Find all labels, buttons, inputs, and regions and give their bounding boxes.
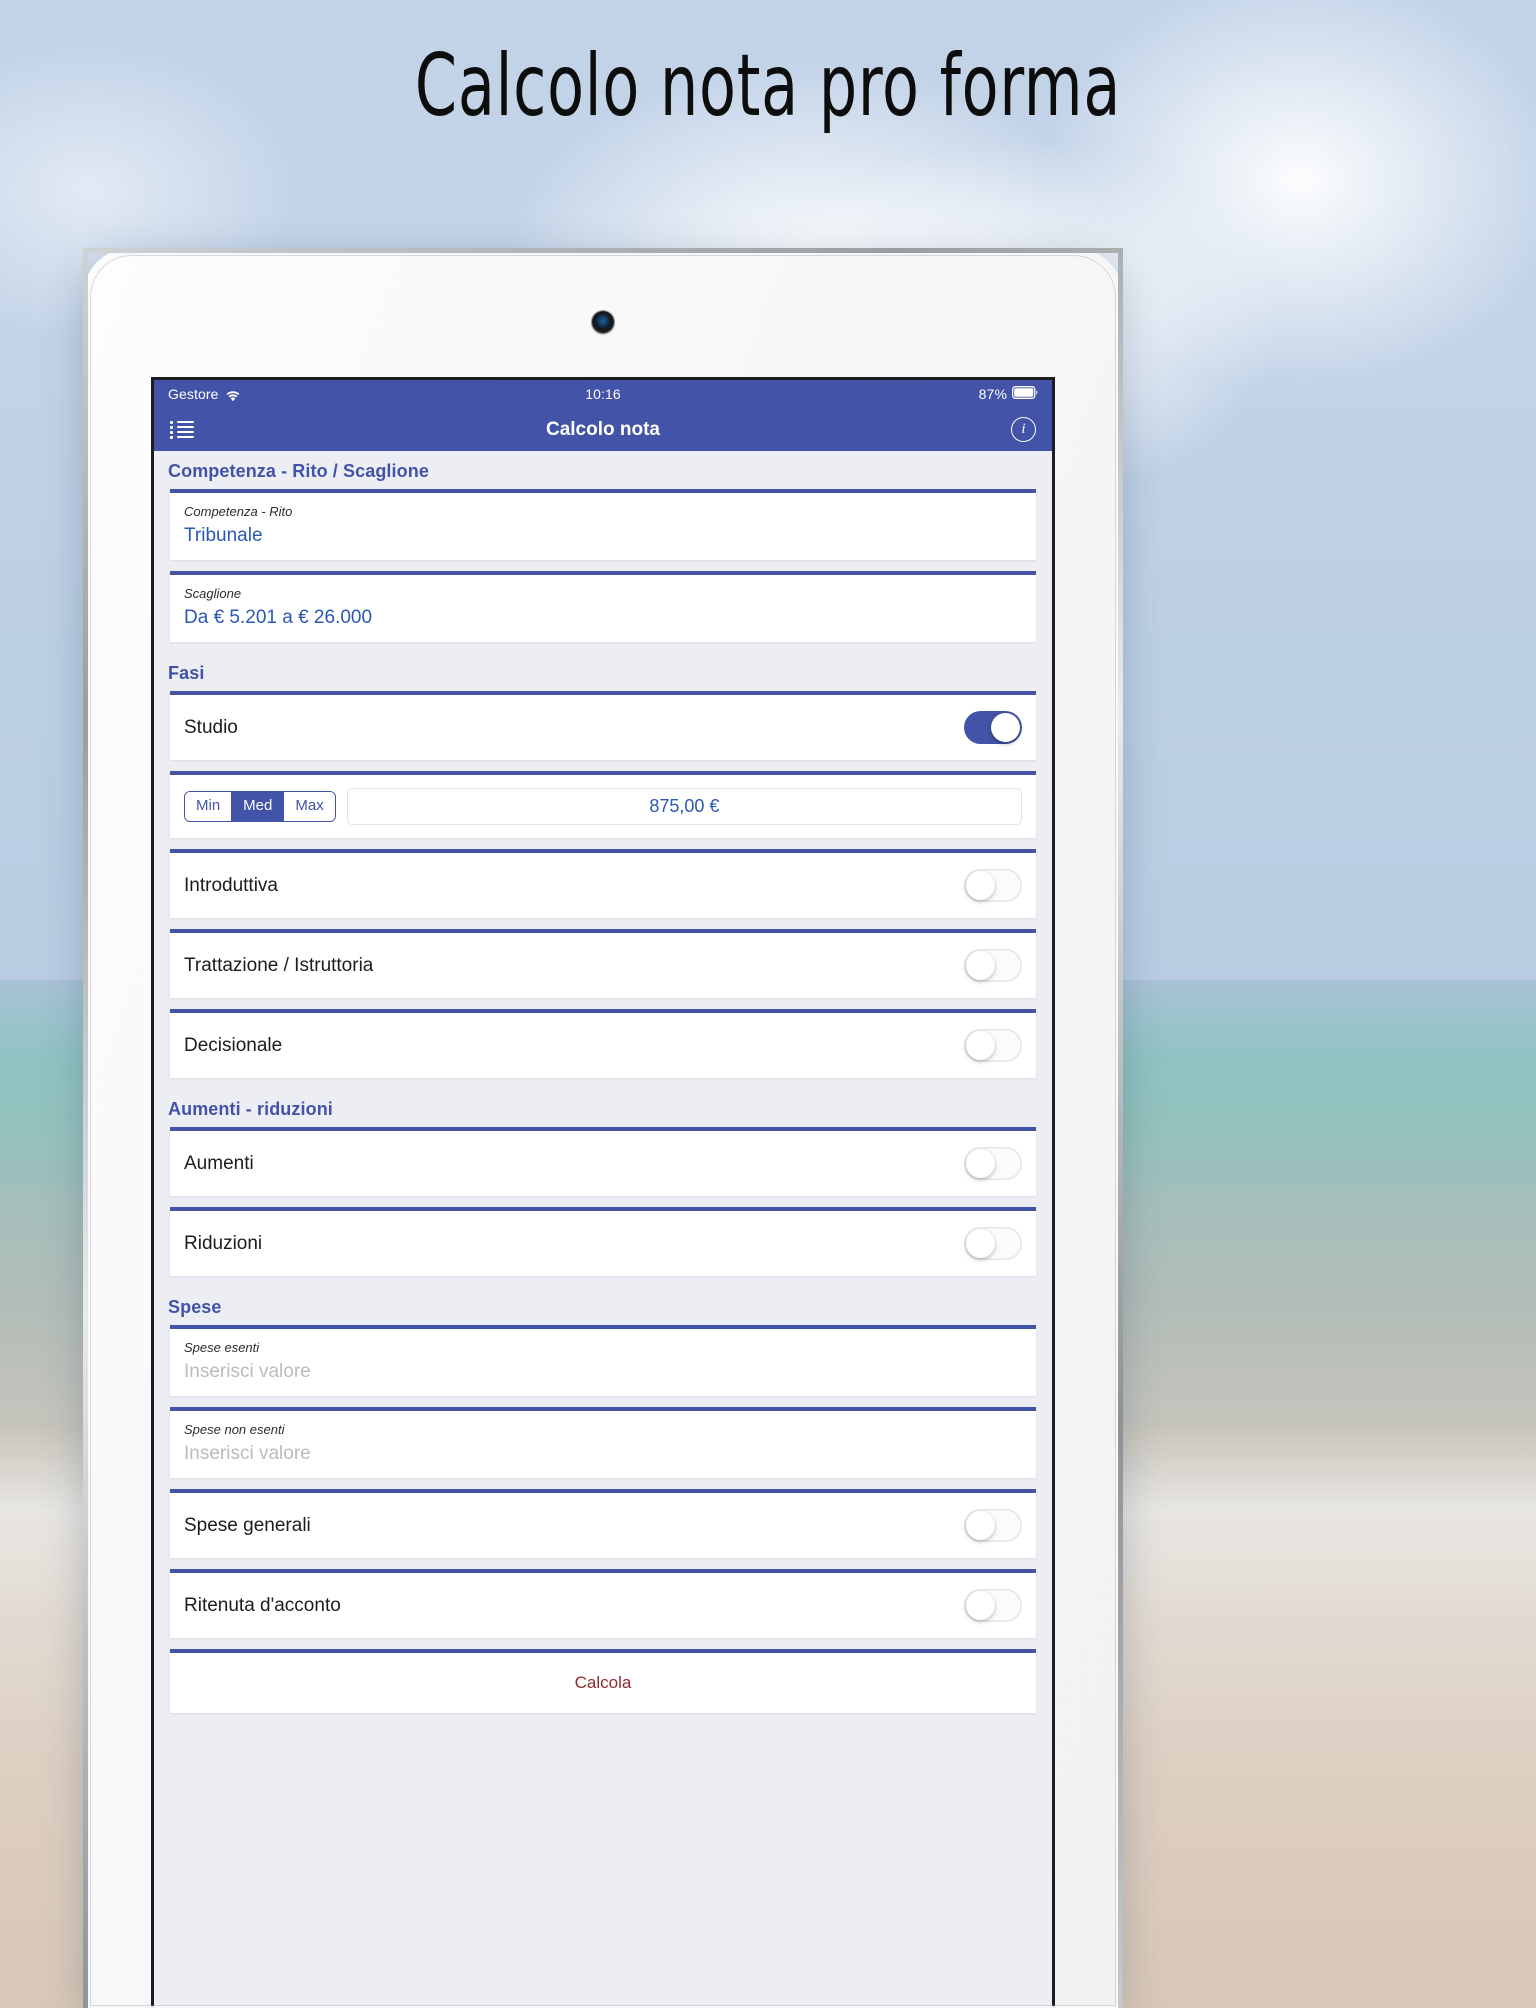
calcola-button-label: Calcola <box>574 1673 632 1692</box>
toggle-knob <box>966 1591 995 1620</box>
row-content: Trattazione / Istruttoria <box>170 933 1036 998</box>
field-label: Spese non esenti <box>184 1422 285 1437</box>
row-studio[interactable]: Studio <box>170 691 1036 760</box>
section-header-competenza: Competenza - Rito / Scaglione <box>168 461 429 481</box>
carrier-label: Gestore <box>168 386 219 402</box>
toggle-knob <box>966 1031 995 1060</box>
row-label: Aumenti <box>184 1152 254 1174</box>
status-bar: Gestore 10:16 87% <box>154 380 1052 408</box>
row-trattazione-istruttoria[interactable]: Trattazione / Istruttoria <box>170 929 1036 998</box>
row-label: Studio <box>184 716 238 738</box>
field-competenza-rito[interactable]: Competenza - Rito Tribunale <box>170 489 1036 560</box>
list-menu-icon[interactable] <box>170 420 194 439</box>
section-header-spese: Spese <box>168 1297 222 1317</box>
amount-input-studio[interactable]: 875,00 € <box>346 788 1022 825</box>
field-label: Competenza - Rito <box>184 504 293 519</box>
segment-min[interactable]: Min <box>185 792 233 821</box>
row-label: Trattazione / Istruttoria <box>184 954 374 976</box>
row-label: Ritenuta d'acconto <box>184 1594 341 1616</box>
toggle-trattazione[interactable] <box>964 949 1022 982</box>
toggle-knob <box>966 1511 995 1540</box>
field-label: Scaglione <box>184 586 242 601</box>
row-studio-amount: Min Med Max 875,00 € <box>170 771 1036 838</box>
status-bar-right: 87% <box>979 386 1038 402</box>
toggle-knob <box>966 1229 995 1258</box>
wifi-icon <box>226 389 240 401</box>
toggle-decisionale[interactable] <box>964 1029 1022 1062</box>
spese-non-esenti-input[interactable]: Inserisci valore <box>184 1443 1022 1465</box>
row-introduttiva[interactable]: Introduttiva <box>170 849 1036 918</box>
row-aumenti[interactable]: Aumenti <box>170 1127 1036 1196</box>
info-circle-icon[interactable]: i <box>1011 417 1036 442</box>
toggle-spese-generali[interactable] <box>964 1509 1022 1542</box>
field-spese-non-esenti[interactable]: Spese non esenti Inserisci valore <box>170 1407 1036 1478</box>
toggle-ritenuta-acconto[interactable] <box>964 1589 1022 1622</box>
row-content: Decisionale <box>170 1013 1036 1078</box>
toggle-aumenti[interactable] <box>964 1147 1022 1180</box>
form-content: Competenza - Rito / Scaglione Competenza… <box>154 451 1052 1784</box>
field-spese-esenti[interactable]: Spese esenti Inserisci valore <box>170 1325 1036 1396</box>
nav-title: Calcolo nota <box>545 418 660 440</box>
row-content: Ritenuta d'acconto <box>170 1573 1036 1638</box>
section-header-fasi: Fasi <box>168 663 205 683</box>
row-content: Studio <box>170 695 1036 760</box>
field-value: Tribunale <box>184 525 263 546</box>
row-content: Riduzioni <box>170 1211 1036 1276</box>
calcola-button[interactable]: Calcola <box>170 1649 1036 1713</box>
row-content: Aumenti <box>170 1131 1036 1196</box>
segmented-row: Min Med Max 875,00 € <box>170 775 1036 838</box>
section-header-aumenti-riduzioni: Aumenti - riduzioni <box>168 1099 333 1119</box>
toggle-studio[interactable] <box>964 711 1022 744</box>
segmented-control-minmedmax[interactable]: Min Med Max <box>184 791 336 822</box>
toggle-riduzioni[interactable] <box>964 1227 1022 1260</box>
toggle-knob <box>966 1149 995 1178</box>
row-ritenuta-acconto[interactable]: Ritenuta d'acconto <box>170 1569 1036 1638</box>
toggle-introduttiva[interactable] <box>964 869 1022 902</box>
row-label: Spese generali <box>184 1514 311 1536</box>
app-screenshot: Gestore 10:16 87% Calcolo nota i Compete… <box>151 377 1055 2008</box>
segment-max[interactable]: Max <box>284 792 335 821</box>
status-bar-clock: 10:16 <box>585 386 621 402</box>
row-label: Decisionale <box>184 1034 283 1056</box>
toggle-knob <box>966 871 995 900</box>
tablet-device-frame: Gestore 10:16 87% Calcolo nota i Compete… <box>83 248 1123 2008</box>
row-label: Introduttiva <box>184 874 278 896</box>
toggle-knob <box>991 713 1020 742</box>
page-title: Calcolo nota pro forma <box>414 36 1122 136</box>
front-camera-icon <box>592 311 614 333</box>
field-value: Da € 5.201 a € 26.000 <box>184 607 373 628</box>
row-content: Introduttiva <box>170 853 1036 918</box>
row-content: Spese generali <box>170 1493 1036 1558</box>
row-label: Riduzioni <box>184 1232 263 1254</box>
navigation-bar: Calcolo nota i <box>154 408 1052 451</box>
toggle-knob <box>966 951 995 980</box>
spese-esenti-input[interactable]: Inserisci valore <box>184 1361 1022 1383</box>
field-scaglione[interactable]: Scaglione Da € 5.201 a € 26.000 <box>170 571 1036 642</box>
row-spese-generali[interactable]: Spese generali <box>170 1489 1036 1558</box>
field-label: Spese esenti <box>184 1340 260 1355</box>
row-decisionale[interactable]: Decisionale <box>170 1009 1036 1078</box>
row-riduzioni[interactable]: Riduzioni <box>170 1207 1036 1276</box>
battery-percent-label: 87% <box>978 386 1007 402</box>
battery-icon <box>1012 386 1038 402</box>
status-bar-left: Gestore <box>168 386 240 402</box>
segment-med[interactable]: Med <box>232 792 285 821</box>
